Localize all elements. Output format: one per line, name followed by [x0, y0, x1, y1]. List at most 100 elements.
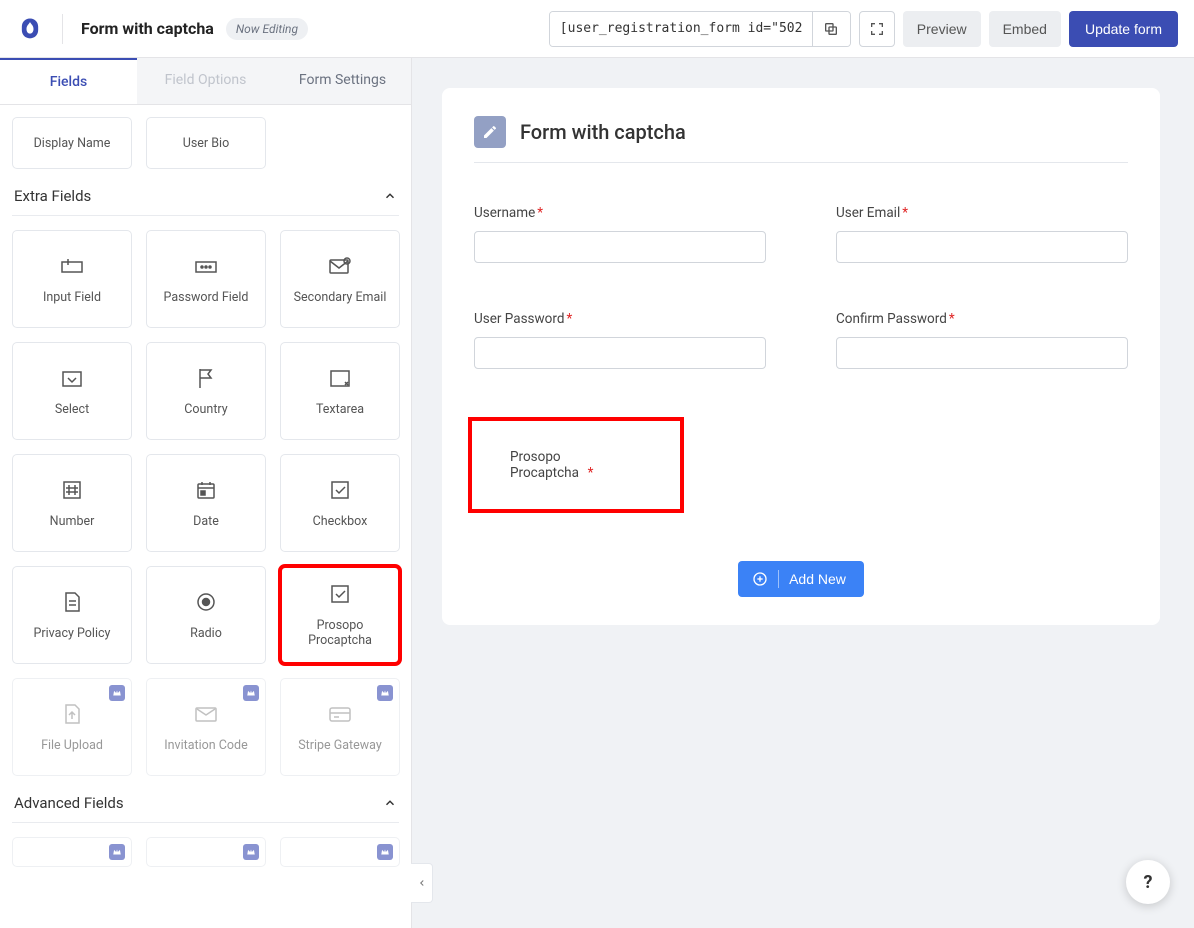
password-icon: [194, 254, 218, 278]
field-country[interactable]: Country: [146, 342, 266, 440]
crown-icon: [380, 847, 390, 857]
label-text: User Password: [474, 311, 564, 327]
pro-badge: [377, 685, 393, 701]
field-label: Secondary Email: [294, 290, 387, 305]
password-input[interactable]: [474, 337, 766, 369]
plus-circle-icon: [752, 571, 768, 587]
email-label: User Email*: [836, 205, 1128, 221]
button-separator: [778, 570, 779, 588]
field-privacy-policy[interactable]: Privacy Policy: [12, 566, 132, 664]
form-canvas: Form with captcha Username* User Email* …: [412, 58, 1194, 928]
calendar-icon: [194, 478, 218, 502]
field-file-upload[interactable]: File Upload: [12, 678, 132, 776]
required-asterisk: *: [588, 465, 594, 481]
chevron-up-icon: [383, 796, 397, 810]
crown-icon: [112, 688, 122, 698]
field-label: Input Field: [43, 290, 101, 305]
document-icon: [60, 590, 84, 614]
username-field-wrapper[interactable]: Username*: [474, 205, 766, 263]
help-icon: ?: [1144, 872, 1153, 893]
copy-icon: [823, 21, 839, 37]
pro-badge: [243, 685, 259, 701]
field-label: Select: [55, 402, 89, 417]
preview-button[interactable]: Preview: [903, 11, 981, 47]
field-input-field[interactable]: Input Field: [12, 230, 132, 328]
field-stripe-gateway[interactable]: Stripe Gateway: [280, 678, 400, 776]
add-new-button[interactable]: Add New: [738, 561, 864, 597]
field-textarea[interactable]: Textarea: [280, 342, 400, 440]
field-label: Display Name: [34, 136, 111, 151]
crown-icon: [246, 688, 256, 698]
textarea-icon: [328, 366, 352, 390]
confirm-password-field-wrapper[interactable]: Confirm Password*: [836, 311, 1128, 369]
flag-icon: [194, 366, 218, 390]
add-new-label: Add New: [789, 571, 846, 587]
add-new-row: Add New: [474, 521, 1128, 597]
fullscreen-button[interactable]: [859, 11, 895, 47]
section-label: Advanced Fields: [14, 794, 124, 812]
form-row-1: Username* User Email*: [474, 205, 1128, 263]
edit-title-button[interactable]: [474, 116, 506, 148]
shortcode-input[interactable]: [550, 12, 812, 46]
pencil-icon: [482, 124, 498, 140]
embed-button[interactable]: Embed: [989, 11, 1061, 47]
label-text: Username: [474, 205, 535, 221]
extra-fields-grid: Input Field Password Field Secondary Ema…: [12, 230, 399, 776]
required-asterisk: *: [566, 311, 572, 327]
pro-badge: [109, 844, 125, 860]
field-checkbox[interactable]: Checkbox: [280, 454, 400, 552]
field-password-field[interactable]: Password Field: [146, 230, 266, 328]
pro-badge: [109, 685, 125, 701]
sidebar-collapse-button[interactable]: [411, 863, 433, 903]
check-icon: [328, 582, 352, 606]
app-logo: [16, 15, 44, 43]
header-actions: Preview Embed Update form: [549, 11, 1178, 47]
select-icon: [60, 366, 84, 390]
header-divider: [62, 14, 63, 44]
tab-field-options[interactable]: Field Options: [137, 58, 274, 104]
fullscreen-icon: [869, 21, 885, 37]
required-asterisk: *: [949, 311, 955, 327]
chevron-left-icon: [417, 877, 427, 889]
password-field-wrapper[interactable]: User Password*: [474, 311, 766, 369]
crown-icon: [246, 847, 256, 857]
field-display-name[interactable]: Display Name: [12, 117, 132, 169]
field-prosopo-procaptcha[interactable]: Prosopo Procaptcha: [280, 566, 400, 664]
chevron-up-icon: [383, 189, 397, 203]
label-text: Confirm Password: [836, 311, 947, 327]
field-label: Privacy Policy: [34, 626, 111, 641]
sidebar-body: Display Name User Bio Extra Fields Input…: [0, 105, 411, 885]
tab-form-settings[interactable]: Form Settings: [274, 58, 411, 104]
field-radio[interactable]: Radio: [146, 566, 266, 664]
app-header: Form with captcha Now Editing Preview Em…: [0, 0, 1194, 58]
field-label: File Upload: [41, 738, 103, 753]
field-label: Textarea: [316, 402, 364, 417]
update-form-button[interactable]: Update form: [1069, 11, 1178, 47]
field-user-bio[interactable]: User Bio: [146, 117, 266, 169]
status-badge: Now Editing: [226, 18, 308, 40]
form-title: Form with captcha: [520, 120, 686, 144]
confirm-password-input[interactable]: [836, 337, 1128, 369]
password-label: User Password*: [474, 311, 766, 327]
section-extra-fields[interactable]: Extra Fields: [12, 169, 399, 216]
input-icon: [60, 254, 84, 278]
field-secondary-email[interactable]: Secondary Email: [280, 230, 400, 328]
copy-button[interactable]: [812, 12, 850, 46]
field-advanced-3[interactable]: [280, 837, 400, 867]
field-select[interactable]: Select: [12, 342, 132, 440]
field-number[interactable]: Number: [12, 454, 132, 552]
username-input[interactable]: [474, 231, 766, 263]
section-label: Extra Fields: [14, 187, 91, 205]
help-button[interactable]: ?: [1126, 860, 1170, 904]
field-advanced-2[interactable]: [146, 837, 266, 867]
field-advanced-1[interactable]: [12, 837, 132, 867]
field-date[interactable]: Date: [146, 454, 266, 552]
email-input[interactable]: [836, 231, 1128, 263]
field-invitation-code[interactable]: Invitation Code: [146, 678, 266, 776]
procaptcha-field-wrapper[interactable]: Prosopo Procaptcha *: [468, 417, 684, 513]
upload-icon: [60, 702, 84, 726]
email-field-wrapper[interactable]: User Email*: [836, 205, 1128, 263]
tab-fields[interactable]: Fields: [0, 58, 137, 104]
section-advanced-fields[interactable]: Advanced Fields: [12, 776, 399, 823]
label-text: Prosopo Procaptcha: [510, 449, 579, 481]
